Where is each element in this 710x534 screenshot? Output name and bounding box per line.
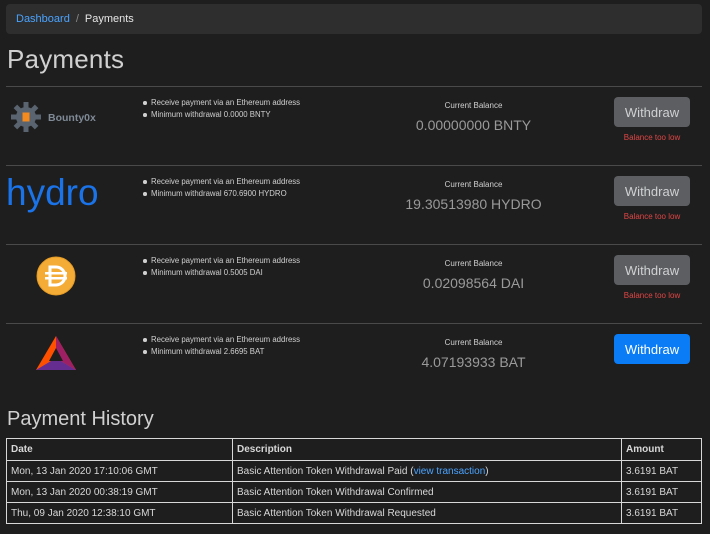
table-row: Thu, 09 Jan 2020 12:38:10 GMT Basic Atte… bbox=[6, 502, 702, 524]
history-date: Mon, 13 Jan 2020 00:38:19 GMT bbox=[6, 481, 233, 503]
history-description-end: ) bbox=[485, 465, 489, 477]
column-header-date: Date bbox=[6, 438, 233, 461]
payment-info-item: Minimum withdrawal 0.0000 BNTY bbox=[142, 109, 300, 121]
payment-info-item: Minimum withdrawal 0.5005 DAI bbox=[142, 267, 300, 279]
history-amount: 3.6191 BAT bbox=[621, 481, 702, 503]
payment-info-item: Receive payment via an Ethereum address bbox=[142, 256, 301, 265]
payment-info-item: Receive payment via an Ethereum address bbox=[142, 177, 301, 186]
balance-error: Balance too low bbox=[623, 291, 681, 300]
payment-info-item: Receive payment via an Ethereum address bbox=[142, 335, 301, 344]
withdraw-button-dai[interactable]: Withdraw bbox=[614, 255, 690, 285]
page-title: Payments bbox=[7, 44, 125, 74]
balance-error: Balance too low bbox=[623, 133, 681, 142]
breadcrumb-current: Payments bbox=[84, 13, 134, 25]
table-row: Mon, 13 Jan 2020 00:38:19 GMT Basic Atte… bbox=[6, 481, 702, 503]
balance-label: Current Balance bbox=[444, 259, 503, 268]
payment-row-dai: Receive payment via an Ethereum address … bbox=[6, 244, 702, 323]
balance-value: 19.30513980 HYDRO bbox=[405, 196, 542, 212]
withdraw-button-hydro[interactable]: Withdraw bbox=[614, 176, 690, 206]
payment-info-item: Minimum withdrawal 670.6900 HYDRO bbox=[142, 188, 300, 200]
balance-label: Current Balance bbox=[444, 180, 503, 189]
payment-info-list: Receive payment via an Ethereum address … bbox=[142, 255, 300, 279]
balance-value: 0.02098564 DAI bbox=[422, 275, 525, 291]
payment-history-table: Date Description Amount Mon, 13 Jan 2020… bbox=[6, 438, 702, 524]
column-header-description: Description bbox=[232, 438, 622, 461]
history-date: Mon, 13 Jan 2020 17:10:06 GMT bbox=[6, 460, 233, 482]
balance-label: Current Balance bbox=[444, 101, 503, 110]
view-transaction-link[interactable]: view transaction bbox=[414, 466, 486, 477]
bat-logo-icon bbox=[6, 324, 136, 402]
history-description: Basic Attention Token Withdrawal Confirm… bbox=[232, 481, 622, 503]
balance-value: 4.07193933 BAT bbox=[421, 354, 526, 370]
withdraw-button-bnty[interactable]: Withdraw bbox=[614, 97, 690, 127]
payment-info-list: Receive payment via an Ethereum address … bbox=[142, 334, 300, 358]
column-header-amount: Amount bbox=[621, 438, 702, 461]
balance-error: Balance too low bbox=[623, 212, 681, 221]
bounty0x-wordmark: Bounty0x bbox=[48, 112, 96, 124]
history-description-text: Basic Attention Token Withdrawal Paid ( bbox=[237, 465, 414, 477]
payment-history-title: Payment History bbox=[7, 408, 154, 430]
payment-info-list: Receive payment via an Ethereum address … bbox=[142, 176, 300, 200]
breadcrumb-dashboard-link[interactable]: Dashboard bbox=[16, 13, 70, 25]
breadcrumb: Dashboard / Payments bbox=[6, 4, 702, 34]
payment-row-bnty: Bounty0x Receive payment via an Ethereum… bbox=[6, 86, 702, 165]
history-description: Basic Attention Token Withdrawal Paid (v… bbox=[232, 460, 622, 482]
hydro-logo: hydro bbox=[6, 166, 136, 244]
bounty0x-logo: Bounty0x bbox=[6, 87, 136, 165]
balance-label: Current Balance bbox=[444, 338, 503, 347]
payment-row-hydro: hydro Receive payment via an Ethereum ad… bbox=[6, 165, 702, 244]
dai-logo-icon bbox=[6, 245, 136, 323]
payment-methods-list: Bounty0x Receive payment via an Ethereum… bbox=[6, 86, 702, 402]
withdraw-button-bat[interactable]: Withdraw bbox=[614, 334, 690, 364]
history-amount: 3.6191 BAT bbox=[621, 502, 702, 524]
table-row: Mon, 13 Jan 2020 17:10:06 GMT Basic Atte… bbox=[6, 460, 702, 482]
payment-info-item: Receive payment via an Ethereum address bbox=[142, 98, 301, 107]
payment-row-bat: Receive payment via an Ethereum address … bbox=[6, 323, 702, 402]
payment-info-list: Receive payment via an Ethereum address … bbox=[142, 97, 300, 121]
history-amount: 3.6191 BAT bbox=[621, 460, 702, 482]
breadcrumb-separator: / bbox=[75, 13, 79, 25]
history-description: Basic Attention Token Withdrawal Request… bbox=[232, 502, 622, 524]
hydro-wordmark: hydro bbox=[6, 172, 99, 213]
history-date: Thu, 09 Jan 2020 12:38:10 GMT bbox=[6, 502, 233, 524]
payment-info-item: Minimum withdrawal 2.6695 BAT bbox=[142, 346, 300, 358]
balance-value: 0.00000000 BNTY bbox=[415, 117, 532, 133]
table-header-row: Date Description Amount bbox=[6, 438, 702, 461]
